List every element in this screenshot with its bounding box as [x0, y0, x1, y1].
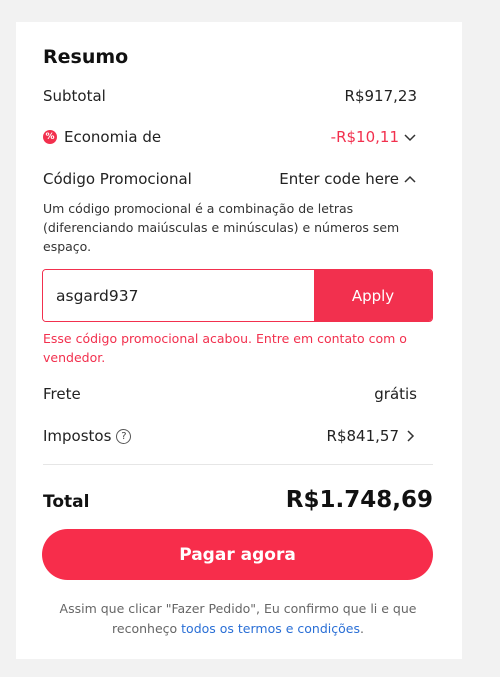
order-summary-card: Resumo Subtotal R$917,23 % Economia de -…: [16, 22, 462, 659]
promo-code-input[interactable]: [43, 270, 314, 321]
taxes-label: Impostos: [43, 427, 112, 445]
promo-error-message: Esse código promocional acabou. Entre em…: [43, 331, 407, 365]
summary-title: Resumo: [43, 46, 129, 68]
total-value: R$1.748,69: [285, 487, 433, 513]
discount-value: -R$10,11: [330, 128, 399, 146]
divider: [43, 464, 433, 465]
pay-now-button[interactable]: Pagar agora: [42, 529, 433, 580]
promo-description: Um código promocional é a combinação de …: [43, 201, 400, 254]
chevron-right-icon[interactable]: [403, 429, 417, 443]
discount-label: Economia de: [64, 128, 162, 146]
terms-notice: Assim que clicar "Fazer Pedido", Eu conf…: [43, 599, 433, 639]
terms-link[interactable]: todos os termos e condições: [181, 621, 360, 636]
total-label: Total: [43, 492, 90, 512]
apply-button[interactable]: Apply: [314, 270, 432, 321]
shipping-value: grátis: [374, 385, 417, 403]
terms-end: .: [359, 621, 364, 636]
chevron-up-icon[interactable]: [403, 172, 417, 186]
taxes-value: R$841,57: [326, 427, 399, 445]
discount-badge-icon: %: [43, 130, 57, 144]
chevron-down-icon[interactable]: [403, 130, 417, 144]
subtotal-value: R$917,23: [344, 87, 417, 105]
question-circle-icon[interactable]: ?: [116, 428, 132, 444]
promo-label: Código Promocional: [43, 170, 192, 188]
shipping-label: Frete: [43, 385, 81, 403]
promo-toggle[interactable]: Enter code here: [279, 170, 399, 188]
promo-code-field: Apply: [42, 269, 433, 322]
subtotal-label: Subtotal: [43, 87, 106, 105]
